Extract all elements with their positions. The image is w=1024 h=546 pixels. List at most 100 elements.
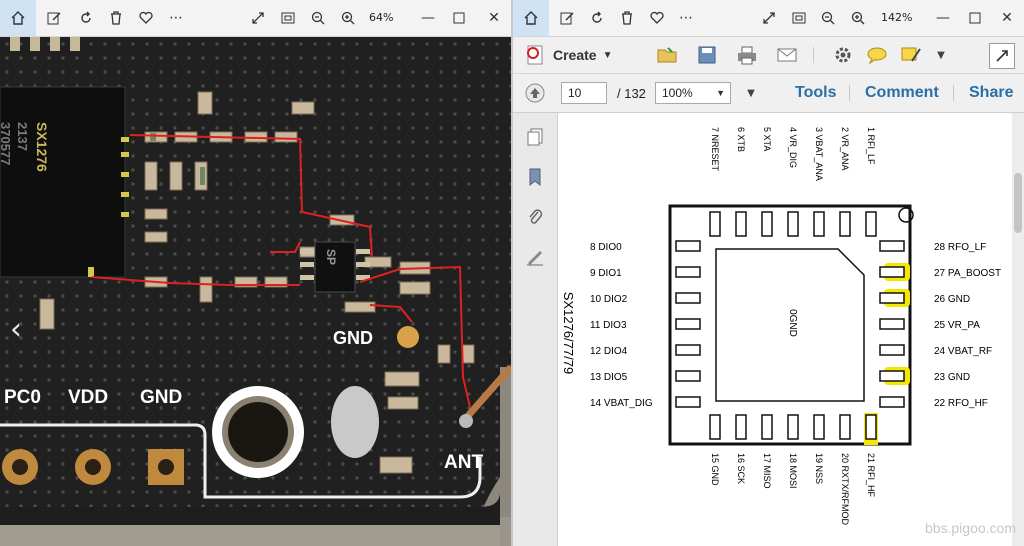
signatures-button[interactable]: [523, 245, 547, 269]
pin-label-bottom: 20 RXTX/RFMOD: [840, 453, 850, 526]
tools-link[interactable]: Tools: [795, 84, 836, 102]
zoom-select[interactable]: 100% ▼: [655, 82, 731, 104]
page-number-input[interactable]: 10: [561, 82, 607, 104]
minimize-button-right[interactable]: —: [933, 8, 953, 28]
fit-screen-button[interactable]: [278, 8, 298, 28]
pin-label-bottom: 21 RFI_HF: [866, 453, 876, 498]
part-label: SX1276/77/79: [561, 292, 576, 374]
favorite-button-right[interactable]: [647, 8, 667, 28]
pin-label-top: 5 XTA: [762, 127, 772, 151]
home-button[interactable]: [0, 0, 36, 36]
chip-brand-label: SX1276: [34, 122, 50, 172]
pin-pad-top: [761, 211, 773, 237]
pin-pad-top: [865, 211, 877, 237]
close-button[interactable]: ✕: [484, 8, 504, 28]
close-icon: ✕: [1001, 10, 1013, 26]
pin-pad-left: [675, 344, 701, 356]
previous-page-button[interactable]: [523, 81, 547, 105]
print-button[interactable]: [735, 43, 759, 67]
zoom-out-icon: [821, 11, 835, 25]
chip-line2-label: 2137: [15, 122, 30, 151]
chevron-left-icon: ‹: [10, 312, 22, 347]
delete-button-right[interactable]: [617, 8, 637, 28]
previous-image-button[interactable]: ‹: [10, 312, 22, 347]
home-button-right[interactable]: [513, 0, 549, 36]
chevron-down-icon: ▼: [716, 88, 725, 98]
pcb-photo: SX1276 2137 370577 SP GND PC0 VDD GND AN…: [0, 37, 511, 546]
more-button-right[interactable]: ⋯: [676, 8, 696, 28]
pin-label-right: 27 PA_BOOST: [934, 268, 1001, 279]
home-icon: [524, 11, 538, 25]
pin-label-bottom: 17 MISO: [762, 453, 772, 489]
comment-link[interactable]: Comment: [865, 84, 939, 102]
expand-button-right[interactable]: [759, 8, 779, 28]
bookmarks-button[interactable]: [523, 165, 547, 189]
more-tools-button[interactable]: ▼: [739, 81, 763, 105]
zoom-in-icon: [341, 11, 355, 25]
delete-button[interactable]: [106, 8, 126, 28]
pin-pad-top: [813, 211, 825, 237]
gnd-pad-label: GND: [333, 328, 373, 348]
signature-pen-icon: [527, 251, 543, 266]
pin-pad-bottom: [865, 414, 877, 440]
zoom-in-button[interactable]: [338, 8, 358, 28]
expand-button[interactable]: [248, 8, 268, 28]
acrobat-main-toolbar: Create ▼ ▼: [513, 37, 1024, 74]
pin-pad-left: [675, 292, 701, 304]
pin-pad-left: [675, 318, 701, 330]
edit-icon: [560, 12, 574, 25]
maximize-button[interactable]: [449, 8, 469, 28]
pinout-diagram: 0GND SX1276/77/79 7 NRESET 6 XTB 5 XTA 4 VR…: [561, 127, 1001, 526]
pages-icon: [527, 128, 543, 146]
sign-button[interactable]: [899, 43, 923, 67]
pin-pad-right: [879, 344, 905, 356]
close-button-right[interactable]: ✕: [997, 8, 1017, 28]
share-link[interactable]: Share: [969, 84, 1013, 102]
photo-viewer-pane: ⋯ 64% — ✕ SX1276 2137 370577 SP GND PC0 …: [0, 0, 511, 546]
pin-label-right: 23 GND: [934, 372, 970, 383]
zoom-out-button[interactable]: [308, 8, 328, 28]
vertical-scrollbar[interactable]: [1012, 113, 1024, 546]
settings-button[interactable]: [831, 43, 855, 67]
expand-view-button[interactable]: [989, 43, 1015, 69]
email-button[interactable]: [775, 43, 799, 67]
pin-pad-bottom: [735, 414, 747, 440]
pin-pad-bottom: [709, 414, 721, 440]
comment-bubble-button[interactable]: [865, 43, 889, 67]
fit-icon: [792, 12, 806, 24]
zoom-in-icon: [851, 11, 865, 25]
create-label: Create: [553, 47, 597, 63]
pin-label-right: 28 RFO_LF: [934, 242, 986, 253]
pin-label-top: 4 VR_DIG: [788, 127, 798, 168]
edit-icon: [47, 12, 61, 25]
scrollbar-thumb[interactable]: [1014, 173, 1022, 233]
favorite-button[interactable]: [136, 8, 156, 28]
attachments-button[interactable]: [523, 205, 547, 229]
maximize-button-right[interactable]: [965, 8, 985, 28]
zoom-in-button-right[interactable]: [848, 8, 868, 28]
pdf-page: 0GND SX1276/77/79 7 NRESET 6 XTB 5 XTA 4 VR…: [558, 113, 1024, 546]
bottom-label-pc0: PC0: [4, 387, 41, 408]
pin-pad-top: [735, 211, 747, 237]
rotate-button-right[interactable]: [587, 8, 607, 28]
open-button[interactable]: [655, 43, 679, 67]
page-thumbnails-button[interactable]: [523, 125, 547, 149]
toolbar-overflow-button[interactable]: ▼: [929, 43, 953, 67]
create-button[interactable]: Create ▼: [525, 43, 613, 67]
edit-image-button[interactable]: [44, 8, 64, 28]
minimize-button[interactable]: —: [418, 8, 438, 28]
save-button[interactable]: [695, 43, 719, 67]
acrobat-nav-toolbar: 10 / 132 100% ▼ ▼ Tools Comment Share: [513, 74, 1024, 113]
pin-pad-right: [879, 318, 905, 330]
zoom-out-button-right[interactable]: [818, 8, 838, 28]
chevron-down-icon: ▼: [602, 49, 613, 61]
edit-image-button-right[interactable]: [557, 8, 577, 28]
rotate-button[interactable]: [76, 8, 96, 28]
pin-pad-left: [675, 370, 701, 382]
bottom-label-gnd: GND: [140, 387, 183, 408]
more-button[interactable]: ⋯: [166, 8, 186, 28]
pin-label-right: 26 GND: [934, 294, 970, 305]
nav-separator-2: [953, 85, 954, 101]
pen-sign-icon: [901, 47, 921, 62]
fit-screen-button-right[interactable]: [789, 8, 809, 28]
